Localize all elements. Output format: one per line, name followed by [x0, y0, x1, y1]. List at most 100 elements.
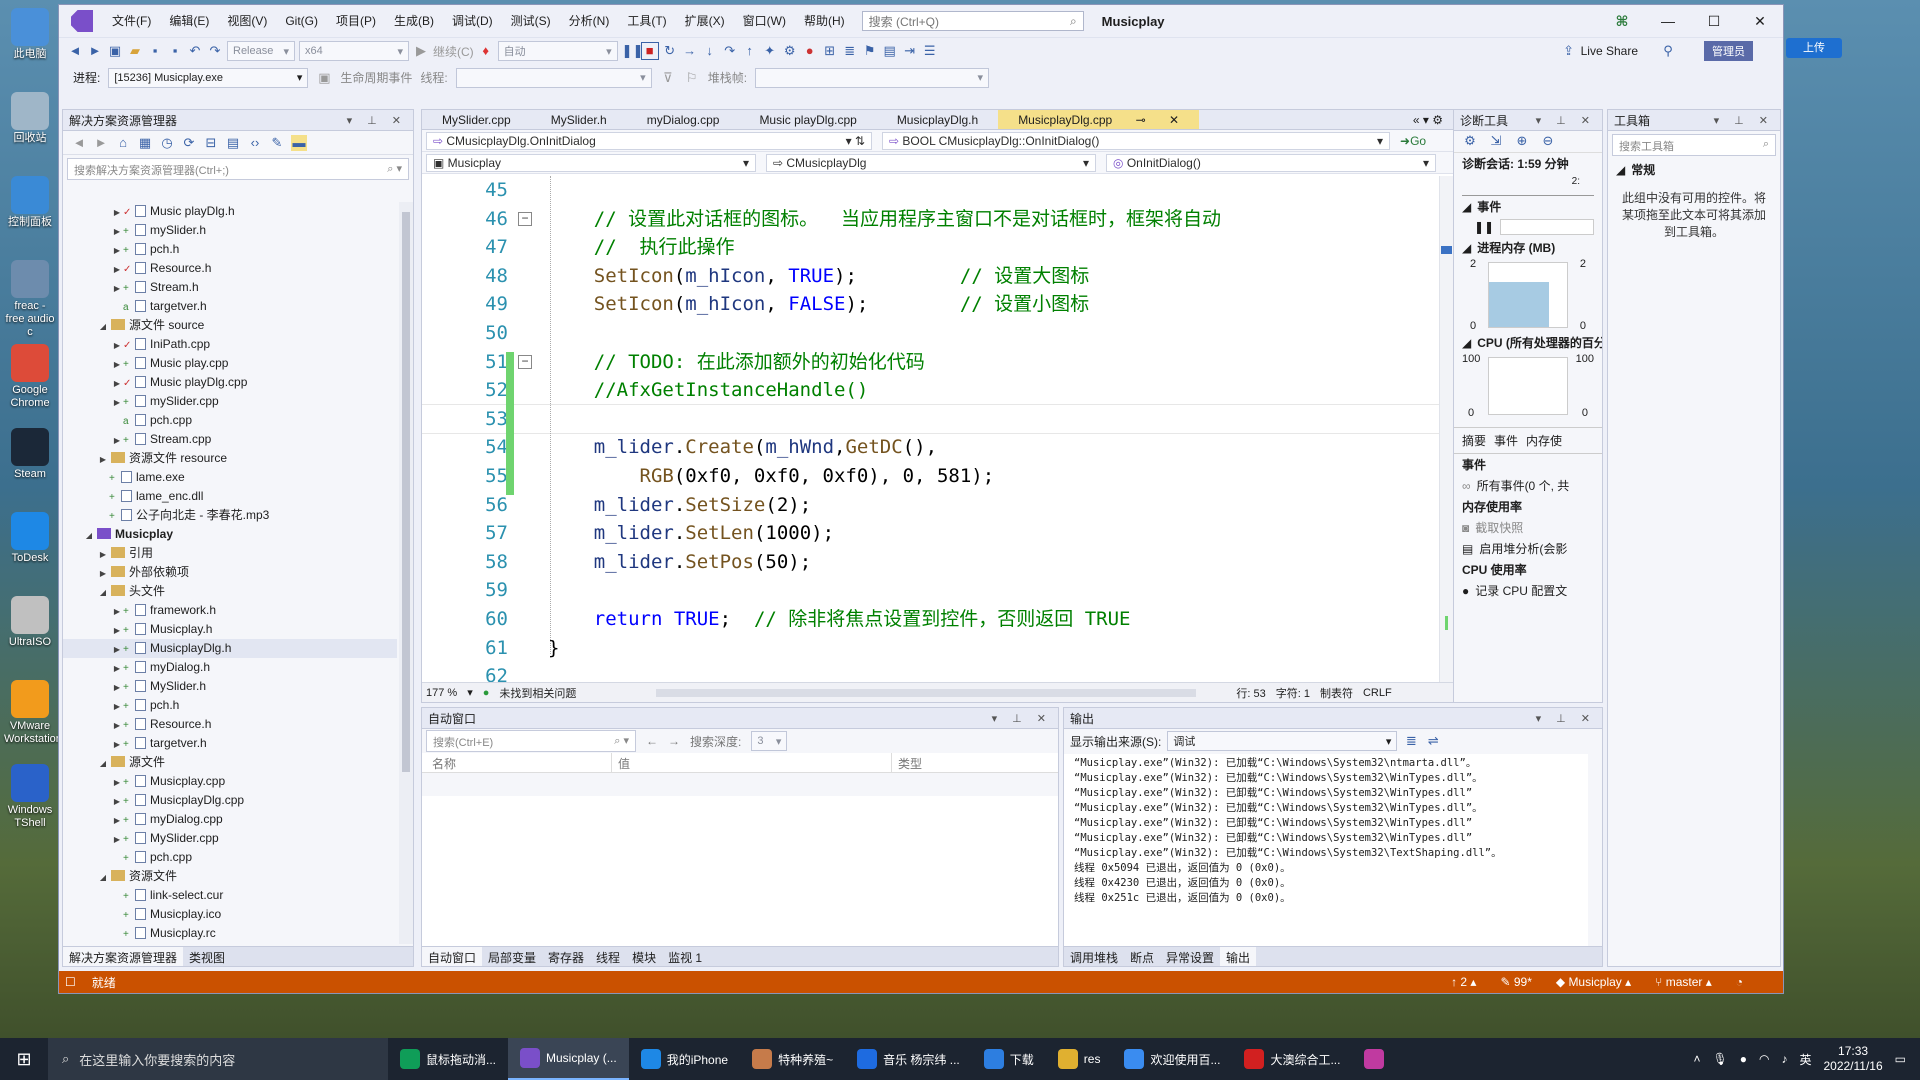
method-nav-dropdown[interactable]: ◎ OnInitDialog() ▾: [1106, 153, 1436, 172]
issues-status[interactable]: 未找到相关问题: [499, 685, 576, 701]
step-out-icon[interactable]: ↑: [742, 43, 758, 59]
tree-item[interactable]: +Musicplay.rc2: [63, 943, 397, 944]
code-line[interactable]: 46 // 设置此对话框的图标。 当应用程序主窗口不是对话框时，框架将自动: [422, 205, 1439, 234]
collapse-all-icon[interactable]: ⊟: [203, 135, 219, 151]
code-line[interactable]: 54 m_lider.Create(m_hWnd,GetDC(),: [422, 433, 1439, 462]
tree-item[interactable]: + lame.exe: [63, 468, 397, 487]
taskbar-app[interactable]: Musicplay (...: [508, 1038, 629, 1080]
bottom-tab[interactable]: 断点: [1124, 947, 1160, 966]
tree-item[interactable]: ▶ + myDialog.cpp: [63, 810, 397, 829]
clock[interactable]: 17:33 2022/11/16: [1823, 1044, 1882, 1074]
live-share-icon[interactable]: ⇪: [1561, 43, 1577, 59]
bottom-tab[interactable]: 输出: [1220, 947, 1257, 966]
tree-item[interactable]: ▶ 资源文件 resource: [63, 449, 397, 468]
code-line[interactable]: 58 m_lider.SetPos(50);: [422, 548, 1439, 577]
tree-item[interactable]: ◢ 源文件 source: [63, 316, 397, 335]
thread-dropdown[interactable]: ▾: [455, 67, 652, 88]
show-next-statement-icon[interactable]: →: [682, 43, 698, 59]
menu-item[interactable]: 编辑(E): [160, 5, 218, 37]
code-line[interactable]: 62: [422, 662, 1439, 682]
forward-icon[interactable]: ►: [87, 43, 103, 59]
microphone-icon[interactable]: 🎙: [1713, 1052, 1728, 1066]
search-box[interactable]: 搜索 (Ctrl+Q) ⌕: [861, 11, 1084, 31]
taskbar-app[interactable]: 特种养殖~: [740, 1038, 845, 1080]
input-language[interactable]: 英: [1799, 1051, 1811, 1068]
tree-item[interactable]: ▶ + Musicplay.h: [63, 620, 397, 639]
admin-badge[interactable]: 管理员: [1704, 41, 1753, 61]
expand-icon[interactable]: ◢: [97, 754, 109, 773]
tree-item[interactable]: ▶ + Music play.cpp: [63, 354, 397, 373]
repo-status[interactable]: ◆ Musicplay ▴: [1556, 975, 1631, 989]
menu-item[interactable]: 分析(N): [560, 5, 619, 37]
bottom-tab[interactable]: 类视图: [183, 947, 231, 966]
expand-icon[interactable]: ▶: [97, 450, 109, 469]
changes-status[interactable]: ✎ 99*: [1500, 975, 1531, 989]
search-prev-icon[interactable]: ←: [646, 734, 658, 748]
auto-dropdown[interactable]: 自动 ▾: [497, 41, 618, 61]
breakpoint-icon[interactable]: ●: [802, 43, 818, 59]
step-over-icon[interactable]: ↷: [722, 43, 738, 59]
doc-tab[interactable]: myDialog.cpp: [627, 110, 740, 129]
stop-icon[interactable]: ■: [640, 42, 659, 60]
member-nav-dropdown[interactable]: ⇨ CMusicplayDlg.OnInitDialog ▾ ⇅: [426, 131, 872, 150]
tree-item[interactable]: ▶ + MusicplayDlg.h: [63, 639, 397, 658]
fold-toggle-icon[interactable]: −: [518, 211, 532, 226]
output-source-dropdown[interactable]: 调试 ▾: [1167, 731, 1398, 751]
tree-item[interactable]: ◢ Musicplay: [63, 525, 397, 544]
tree-item[interactable]: + link-select.cur: [63, 886, 397, 905]
tree-item[interactable]: ◢ 头文件: [63, 582, 397, 601]
menu-item[interactable]: 窗口(W): [734, 5, 795, 37]
filter-icon[interactable]: ⊽: [660, 70, 676, 86]
project-nav-dropdown[interactable]: ▣ Musicplay ▾: [426, 153, 756, 172]
expand-icon[interactable]: ▶: [111, 830, 123, 849]
clear-all-icon[interactable]: ≣: [1403, 733, 1419, 749]
code-line[interactable]: 48 SetIcon(m_hIcon, TRUE); // 设置大图标: [422, 262, 1439, 291]
undo-icon[interactable]: ↶: [187, 43, 203, 59]
menu-item[interactable]: 扩展(X): [676, 5, 734, 37]
expand-icon[interactable]: ▶: [111, 222, 123, 241]
doc-tab[interactable]: MusicplayDlg.h: [877, 110, 998, 129]
expand-icon[interactable]: ▶: [111, 659, 123, 678]
tree-item[interactable]: ▶ + targetver.h: [63, 734, 397, 753]
tree-item[interactable]: ▶ + Resource.h: [63, 715, 397, 734]
desktop-icon[interactable]: UltraISO: [4, 596, 56, 649]
menu-item[interactable]: Git(G): [276, 5, 327, 37]
diag-tab[interactable]: 事件: [1494, 432, 1518, 449]
switch-view-icon[interactable]: ▦: [137, 135, 153, 151]
tray-arrow-icon[interactable]: ˄: [1693, 1052, 1700, 1066]
tree-item[interactable]: ▶ ✓ Resource.h: [63, 259, 397, 278]
code-line[interactable]: 52 //AfxGetInstanceHandle(): [422, 376, 1439, 405]
expand-icon[interactable]: ▶: [111, 735, 123, 754]
desktop-icon[interactable]: freac - free audio c: [4, 260, 56, 339]
tree-item[interactable]: ◢ 资源文件: [63, 867, 397, 886]
timeline-ruler[interactable]: 2:: [1462, 174, 1594, 196]
pending-changes-icon[interactable]: ◷: [159, 135, 175, 151]
word-wrap-icon[interactable]: ⇌: [1425, 733, 1441, 749]
solution-search[interactable]: 搜索解决方案资源管理器(Ctrl+;) ⌕ ▾: [67, 158, 409, 180]
tree-item[interactable]: ▶ + MusicplayDlg.cpp: [63, 791, 397, 810]
desktop-icon[interactable]: ToDesk: [4, 512, 56, 565]
comment-icon[interactable]: ▤: [882, 43, 898, 59]
push-status[interactable]: ↑ 2 ▴: [1451, 975, 1476, 989]
notification-center-icon[interactable]: ▭: [1895, 1052, 1906, 1066]
expand-icon[interactable]: ◢: [83, 526, 95, 545]
tree-item[interactable]: ▶ + pch.h: [63, 696, 397, 715]
forward-icon[interactable]: ►: [93, 135, 109, 151]
taskbar-app[interactable]: 欢迎使用百...: [1112, 1038, 1232, 1080]
qq-icon[interactable]: ●: [1740, 1052, 1747, 1066]
live-share-button[interactable]: Live Share: [1581, 44, 1638, 58]
start-button[interactable]: ⊞: [0, 1049, 48, 1070]
debug-tools-icon[interactable]: ⚙: [782, 43, 798, 59]
expand-icon[interactable]: ▶: [111, 773, 123, 792]
code-icon[interactable]: ‹›: [247, 135, 263, 151]
bookmark-icon[interactable]: ⚑: [862, 43, 878, 59]
menu-item[interactable]: 帮助(H): [795, 5, 854, 37]
notifications-icon[interactable]: ◔: [1736, 975, 1743, 989]
tree-item[interactable]: + lame_enc.dll: [63, 487, 397, 506]
taskbar-app[interactable]: 鼠标拖动消...: [388, 1038, 508, 1080]
debug-window-icon[interactable]: ⊞: [822, 43, 838, 59]
restart-icon[interactable]: ↻: [662, 43, 678, 59]
code-line[interactable]: 57 m_lider.SetLen(1000);: [422, 519, 1439, 548]
volume-icon[interactable]: ♪: [1781, 1052, 1787, 1066]
editor-horizontal-scrollbar[interactable]: [656, 688, 1197, 697]
